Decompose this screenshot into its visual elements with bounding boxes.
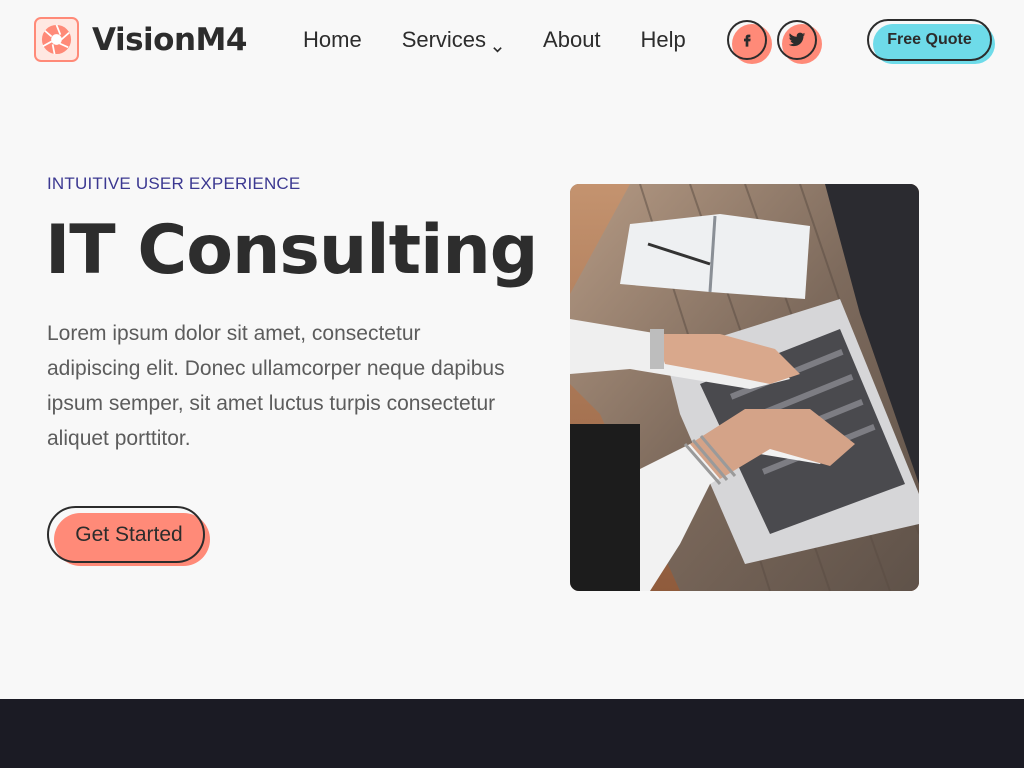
get-started-label: Get Started [75,522,183,546]
brand-name: VisionM4 [92,21,247,58]
hero-eyebrow: INTUITIVE USER EXPERIENCE [47,174,301,193]
hero-photo [570,184,919,591]
get-started-button[interactable]: Get Started [47,506,210,566]
nav-home[interactable]: Home [303,24,362,56]
facebook-button[interactable] [727,20,772,64]
nav-services-label: Services [401,27,487,52]
facebook-icon [727,20,767,60]
nav-home-label: Home [303,27,362,52]
nav-about-label: About [543,27,601,52]
brand-logo[interactable]: VisionM4 [34,17,247,62]
twitter-button[interactable] [777,20,822,64]
chevron-down-icon [492,35,503,53]
nav-about[interactable]: About [543,24,601,56]
nav-help-label: Help [640,27,686,52]
free-quote-button[interactable]: Free Quote [867,19,995,64]
main-nav: Home Services About Help [303,24,686,56]
hero-body: Lorem ipsum dolor sit amet, consectetur … [47,322,505,450]
twitter-icon [777,20,817,60]
hero-title: IT Consulting [45,211,538,290]
free-quote-label: Free Quote [867,19,992,61]
aperture-icon [34,17,79,62]
nav-services[interactable]: Services [402,24,503,56]
footer-band [0,699,1024,768]
nav-help[interactable]: Help [641,24,686,56]
